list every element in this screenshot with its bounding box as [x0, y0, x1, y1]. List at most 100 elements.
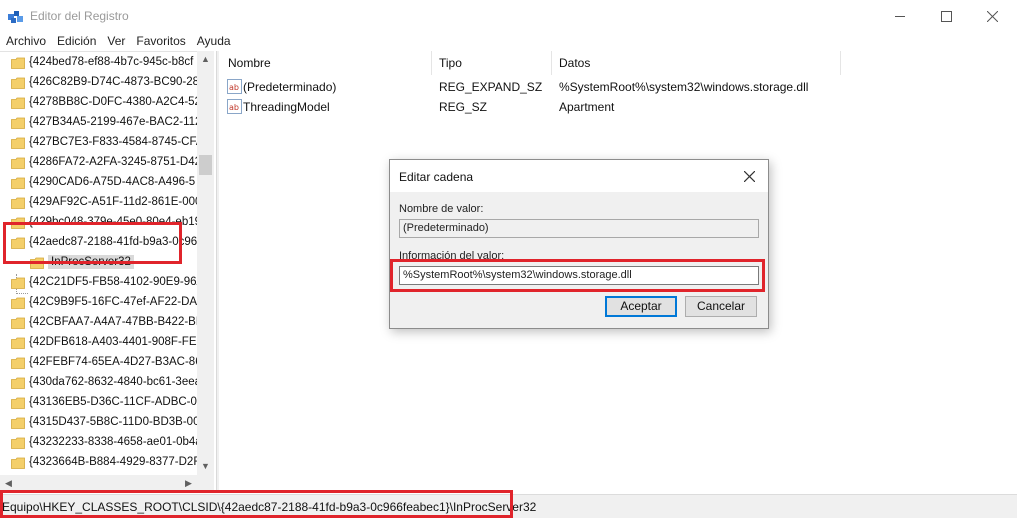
menu-ver[interactable]: Ver — [107, 34, 125, 48]
value-name-field: (Predeterminado) — [399, 219, 759, 238]
tree-item[interactable]: {426C82B9-D74C-4873-BC90-28 — [0, 73, 198, 93]
dialog-title: Editar cadena — [399, 170, 474, 184]
dialog-title-bar: Editar cadena — [390, 160, 768, 192]
folder-icon — [11, 237, 25, 249]
tree-item-label: {429bc048-379e-45e0-80e4-eb19 — [29, 216, 198, 228]
dialog-close-button[interactable] — [730, 160, 768, 192]
column-header-type[interactable]: Tipo — [432, 51, 552, 75]
tree-item-label: InProcServer32 — [48, 255, 134, 269]
value-data: Apartment — [559, 100, 615, 114]
value-data-label: Información del valor: — [399, 250, 505, 262]
regedit-icon — [8, 11, 23, 23]
minimize-button[interactable] — [877, 0, 923, 32]
folder-icon — [11, 197, 25, 209]
column-header-data[interactable]: Datos — [552, 51, 841, 75]
status-bar: Equipo\HKEY_CLASSES_ROOT\CLSID\{42aedc87… — [0, 494, 1017, 518]
tree-item[interactable]: {4286FA72-A2FA-3245-8751-D42 — [0, 153, 198, 173]
scroll-up-icon[interactable]: ▲ — [197, 51, 214, 68]
folder-icon — [11, 437, 25, 449]
value-data-input[interactable]: %SystemRoot%\system32\windows.storage.dl… — [399, 266, 759, 285]
reg-string-icon: ab — [227, 79, 242, 94]
tree-item-label: {42FEBF74-65EA-4D27-B3AC-86 — [29, 356, 198, 368]
tree-item[interactable]: {430da762-8632-4840-bc61-3eea — [0, 373, 198, 393]
tree-item-label: {4278BB8C-D0FC-4380-A2C4-52 — [29, 96, 198, 108]
tree-item-label: {424bed78-ef88-4b7c-945c-b8cf — [29, 56, 194, 68]
tree-scroll-thumb[interactable] — [199, 155, 212, 175]
tree-vertical-scrollbar[interactable]: ▲ ▼ — [197, 51, 214, 475]
tree-item[interactable]: {4323664B-B884-4929-8377-D2F — [0, 453, 198, 473]
folder-icon — [11, 377, 25, 389]
folder-icon — [11, 157, 25, 169]
tree-item-label: {43136EB5-D36C-11CF-ADBC-00 — [29, 396, 198, 408]
folder-icon — [11, 457, 25, 469]
svg-text:ab: ab — [229, 103, 239, 112]
folder-icon — [11, 277, 25, 289]
tree-item-label: {4315D437-5B8C-11D0-BD3B-00 — [29, 416, 198, 428]
tree-item-label: {42CBFAA7-A4A7-47BB-B422-BE — [29, 316, 198, 328]
edit-string-dialog: Editar cadena Nombre de valor: (Predeter… — [389, 159, 769, 329]
window-title: Editor del Registro — [30, 9, 129, 23]
tree-item[interactable]: {429bc048-379e-45e0-80e4-eb19 — [0, 213, 198, 233]
tree-item-selected[interactable]: InProcServer32 — [0, 253, 198, 273]
folder-icon — [11, 177, 25, 189]
menu-ayuda[interactable]: Ayuda — [197, 34, 231, 48]
tree-item-label: {429AF92C-A51F-11d2-861E-000 — [29, 196, 198, 208]
tree-item[interactable]: {43136EB5-D36C-11CF-ADBC-00 — [0, 393, 198, 413]
folder-icon — [11, 337, 25, 349]
tree-item[interactable]: {42FEBF74-65EA-4D27-B3AC-86 — [0, 353, 198, 373]
tree-item-label: {4286FA72-A2FA-3245-8751-D42 — [29, 156, 198, 168]
reg-string-icon: ab — [227, 99, 242, 114]
tree-item[interactable]: {4315D437-5B8C-11D0-BD3B-00 — [0, 413, 198, 433]
value-name-label: Nombre de valor: — [399, 203, 484, 215]
menu-edicion[interactable]: Edición — [57, 34, 96, 48]
title-bar: Editor del Registro — [0, 0, 1017, 32]
svg-text:ab: ab — [229, 83, 239, 92]
maximize-icon — [940, 10, 952, 22]
tree-item[interactable]: {42aedc87-2188-41fd-b9a3-0c96 — [0, 233, 198, 253]
tree-item-label: {42DFB618-A403-4401-908F-FE9 — [29, 336, 198, 348]
tree-item[interactable]: {4290CAD6-A75D-4AC8-A496-5 — [0, 173, 198, 193]
tree-item[interactable]: {427BC7E3-F833-4584-8745-CFA — [0, 133, 198, 153]
pane-splitter[interactable] — [216, 51, 219, 492]
folder-icon — [11, 117, 25, 129]
scroll-down-icon[interactable]: ▼ — [197, 458, 214, 475]
value-type: REG_SZ — [439, 100, 488, 114]
cancel-button[interactable]: Cancelar — [685, 296, 757, 317]
tree-item[interactable]: {42C9B9F5-16FC-47ef-AF22-DA0 — [0, 293, 198, 313]
tree-horizontal-scrollbar[interactable]: ◀ ▶ — [0, 475, 214, 492]
tree-item[interactable]: {42CBFAA7-A4A7-47BB-B422-BE — [0, 313, 198, 333]
menu-archivo[interactable]: Archivo — [6, 34, 46, 48]
close-button[interactable] — [969, 0, 1015, 32]
scroll-left-icon[interactable]: ◀ — [0, 475, 17, 492]
tree-item[interactable]: {429AF92C-A51F-11d2-861E-000 — [0, 193, 198, 213]
tree-item[interactable]: {424bed78-ef88-4b7c-945c-b8cf — [0, 53, 198, 73]
column-header-name[interactable]: Nombre — [221, 51, 432, 75]
folder-icon — [11, 97, 25, 109]
tree-item-label: {42aedc87-2188-41fd-b9a3-0c96 — [29, 236, 198, 248]
tree-item-label: {4323664B-B884-4929-8377-D2F — [29, 456, 198, 468]
tree-item[interactable]: {427B34A5-2199-467e-BAC2-112 — [0, 113, 198, 133]
folder-icon — [11, 57, 25, 69]
close-icon — [743, 170, 755, 182]
value-row[interactable]: ab ThreadingModel REG_SZ Apartment — [221, 97, 1017, 117]
value-data: %SystemRoot%\system32\windows.storage.dl… — [559, 80, 809, 94]
menu-favoritos[interactable]: Favoritos — [136, 34, 185, 48]
folder-icon — [11, 137, 25, 149]
tree-item-label: {430da762-8632-4840-bc61-3eea — [29, 376, 198, 388]
scroll-right-icon[interactable]: ▶ — [180, 475, 197, 492]
maximize-button[interactable] — [923, 0, 969, 32]
tree-item[interactable]: {42C21DF5-FB58-4102-90E9-96A — [0, 273, 198, 293]
value-name: ThreadingModel — [243, 100, 330, 114]
value-row[interactable]: ab (Predeterminado) REG_EXPAND_SZ %Syste… — [221, 77, 1017, 97]
accept-button[interactable]: Aceptar — [605, 296, 677, 317]
key-tree[interactable]: {424bed78-ef88-4b7c-945c-b8cf {426C82B9-D… — [0, 51, 214, 475]
value-name: (Predeterminado) — [243, 80, 337, 94]
tree-item[interactable]: {42DFB618-A403-4401-908F-FE9 — [0, 333, 198, 353]
folder-icon — [11, 217, 25, 229]
tree-item-label: {42C21DF5-FB58-4102-90E9-96A — [29, 276, 198, 288]
folder-icon — [11, 417, 25, 429]
tree-item[interactable]: {43232233-8338-4658-ae01-0b4a — [0, 433, 198, 453]
folder-icon — [11, 77, 25, 89]
tree-item[interactable]: {4278BB8C-D0FC-4380-A2C4-52 — [0, 93, 198, 113]
tree-item-label: {427B34A5-2199-467e-BAC2-112 — [29, 116, 198, 128]
